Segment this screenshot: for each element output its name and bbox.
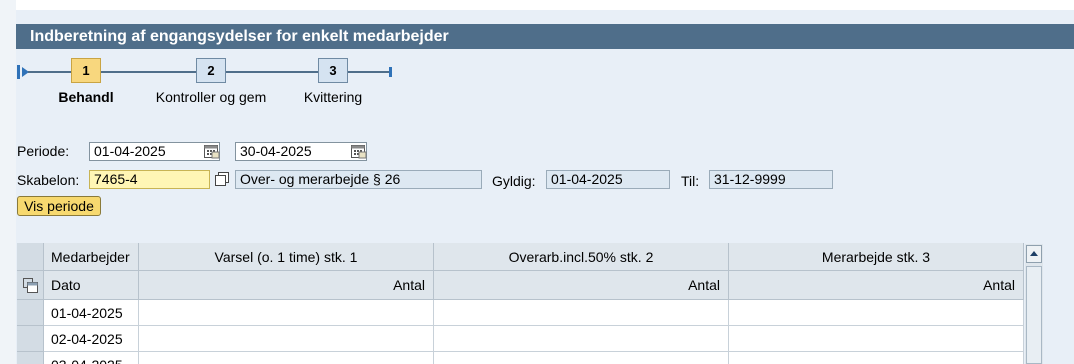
arrow-up-icon	[1030, 251, 1038, 256]
roadmap-connector	[226, 71, 318, 73]
calendar-icon[interactable]	[204, 144, 220, 159]
table-cell-dato: 01-04-2025	[44, 300, 139, 326]
gyldig-label: Gyldig:	[492, 173, 536, 189]
roadmap-step-2[interactable]: 2	[196, 58, 226, 83]
periode-from-field[interactable]: 01-04-2025	[89, 142, 220, 161]
table-cell-antal-input[interactable]	[729, 352, 1024, 364]
calendar-icon[interactable]	[351, 144, 367, 159]
select-all-cell[interactable]	[17, 271, 44, 300]
row-selector[interactable]	[17, 300, 44, 326]
til-label: Til:	[681, 173, 700, 189]
gyldig-field: 01-04-2025	[546, 170, 670, 189]
column-header-varsel[interactable]: Varsel (o. 1 time) stk. 1	[139, 243, 434, 271]
skabelon-field[interactable]: 7465-4	[89, 170, 210, 189]
periode-label: Periode:	[17, 143, 70, 159]
select-all-icon[interactable]	[23, 278, 38, 293]
table-cell-dato: 02-04-2025	[44, 326, 139, 352]
table-cell-antal-input[interactable]	[434, 326, 729, 352]
top-strip	[16, 0, 1074, 10]
column-header-merarbejde[interactable]: Merarbejde stk. 3	[729, 243, 1024, 271]
roadmap-step-3[interactable]: 3	[318, 58, 348, 83]
periode-to-field[interactable]: 30-04-2025	[235, 142, 367, 161]
column-header-dato[interactable]: Dato	[44, 271, 139, 300]
roadmap-end-icon	[380, 67, 392, 77]
roadmap-step-1-label: Behandl	[58, 89, 114, 105]
skabelon-label: Skabelon:	[17, 172, 80, 188]
table-cell-antal-input[interactable]	[434, 352, 729, 364]
roadmap-step-2-label: Kontroller og gem	[155, 89, 267, 105]
column-header-overarb[interactable]: Overarb.incl.50% stk. 2	[434, 243, 729, 271]
skabelon-description-field: Over- og merarbejde § 26	[235, 170, 482, 189]
value-help-icon[interactable]	[215, 172, 229, 186]
row-selector[interactable]	[17, 326, 44, 352]
table-cell-antal-input[interactable]	[434, 300, 729, 326]
roadmap-start-icon	[17, 65, 35, 79]
roadmap-connector	[35, 71, 71, 73]
roadmap-step-1[interactable]: 1	[71, 58, 101, 83]
table-cell-dato: 03-04-2025	[44, 352, 139, 364]
column-header-antal[interactable]: Antal	[434, 271, 729, 300]
table-cell-antal-input[interactable]	[729, 300, 1024, 326]
scroll-thumb[interactable]	[1026, 266, 1042, 364]
til-field: 31-12-9999	[709, 170, 833, 189]
page-title: Indberetning af engangsydelser for enkel…	[16, 24, 1074, 49]
table-cell-antal-input[interactable]	[139, 352, 434, 364]
column-header-medarbejder[interactable]: Medarbejder	[44, 243, 139, 271]
roadmap-step-3-label: Kvittering	[303, 89, 363, 105]
column-header-antal[interactable]: Antal	[729, 271, 1024, 300]
table-cell-antal-input[interactable]	[139, 326, 434, 352]
column-header-antal[interactable]: Antal	[139, 271, 434, 300]
row-selector[interactable]	[17, 352, 44, 364]
corner-cell	[17, 243, 44, 271]
table-cell-antal-input[interactable]	[139, 300, 434, 326]
roadmap-connector	[348, 71, 384, 73]
scroll-up-button[interactable]	[1026, 245, 1042, 263]
vis-periode-button[interactable]: Vis periode	[17, 196, 101, 216]
roadmap-connector	[101, 71, 196, 73]
data-table: Medarbejder Varsel (o. 1 time) stk. 1 Ov…	[17, 243, 1024, 364]
table-scrollbar[interactable]	[1025, 244, 1043, 364]
table-cell-antal-input[interactable]	[729, 326, 1024, 352]
